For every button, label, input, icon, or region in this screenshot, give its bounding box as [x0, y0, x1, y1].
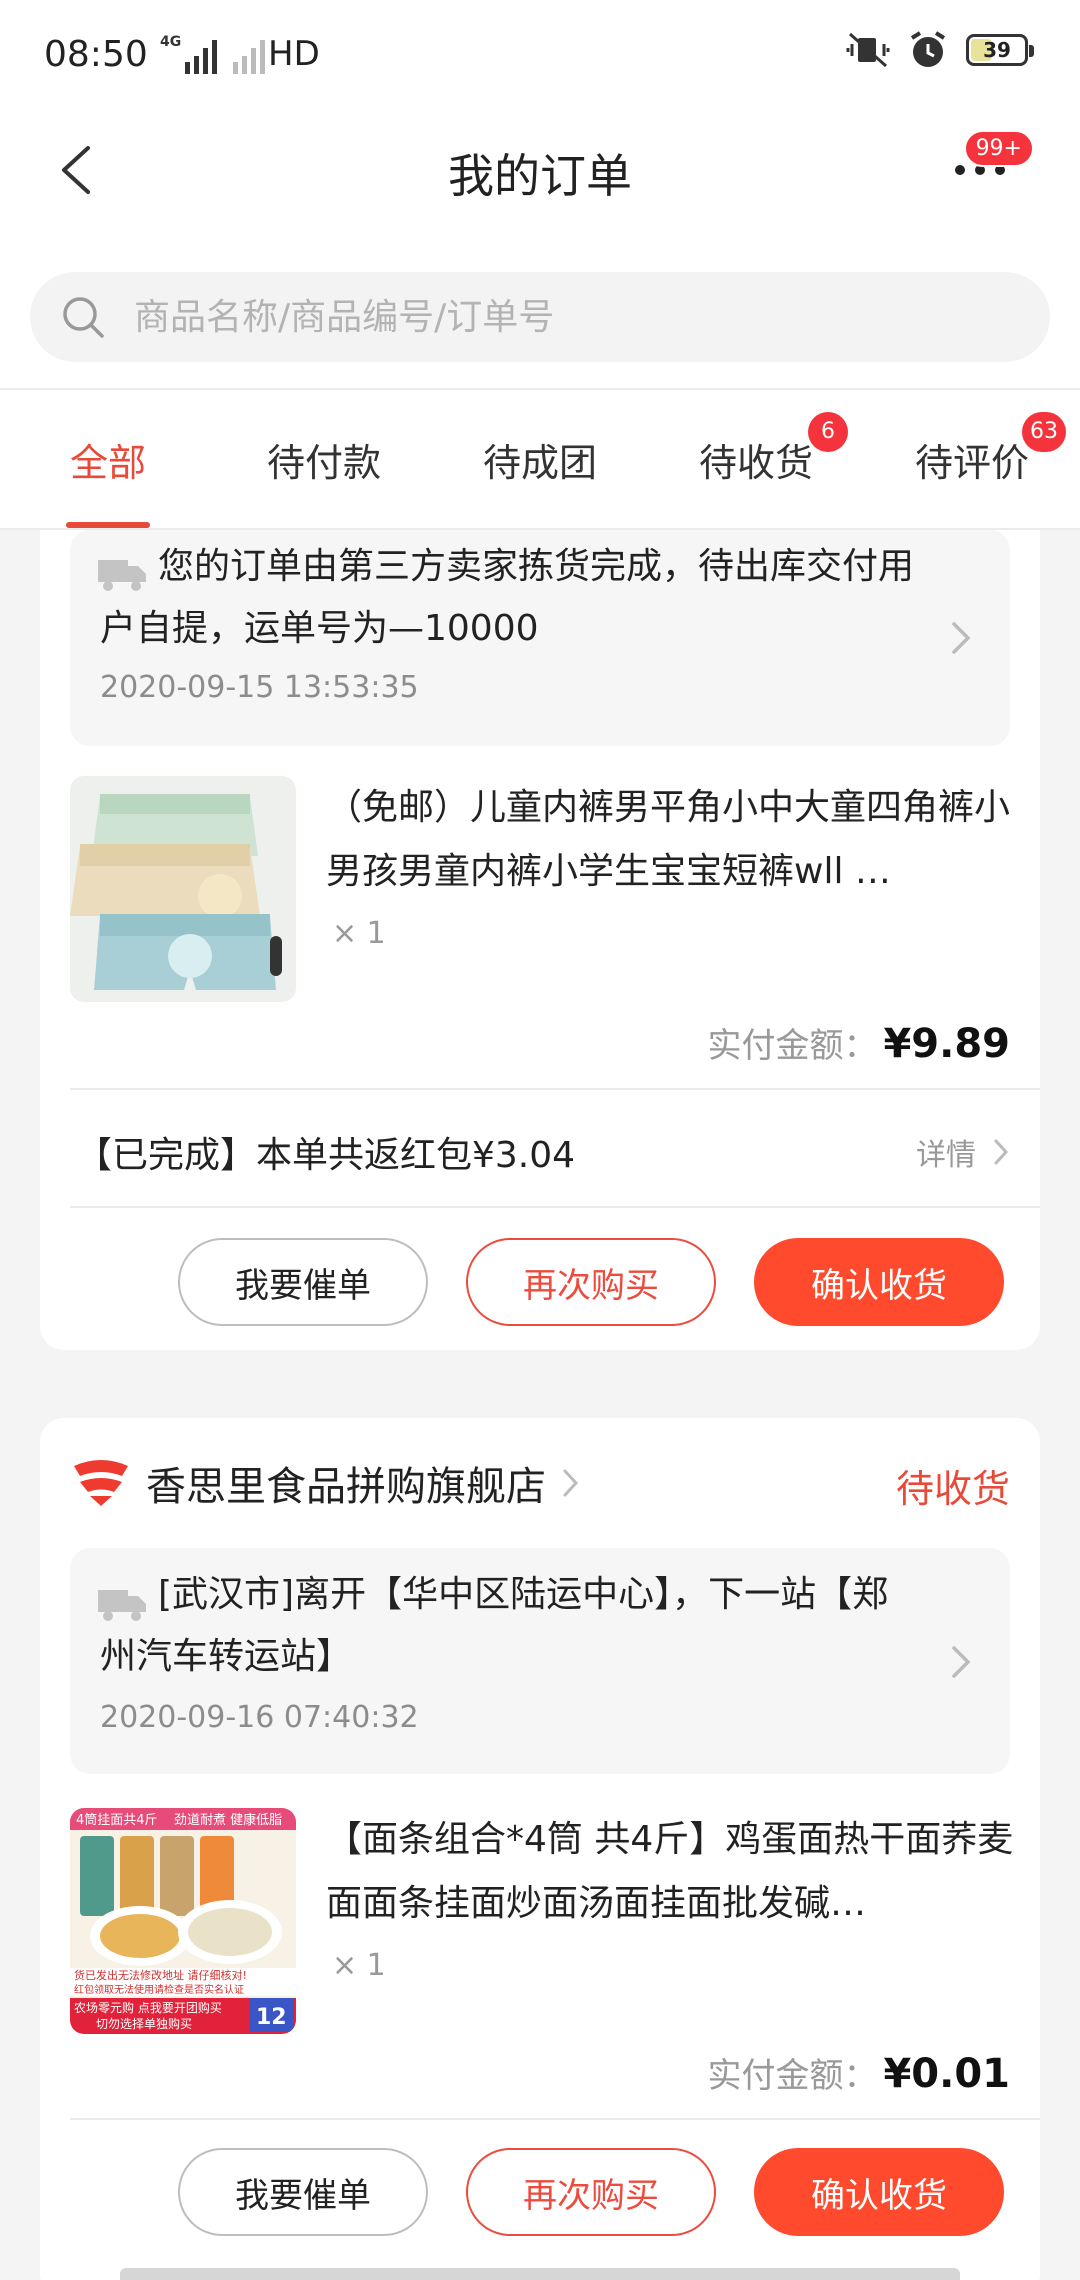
logistics-time: 2020-09-16 07:40:32	[100, 1700, 419, 1735]
redpack-info: 【已完成】本单共返红包¥3.04	[76, 1135, 576, 1176]
network-type-label: 4G	[160, 34, 182, 50]
product-image[interactable]	[70, 776, 296, 1002]
mute-vibrate-icon	[846, 32, 890, 68]
payment-line: 实付金额： ¥9.89	[707, 1018, 1010, 1067]
logistics-text: [武汉市]离开【华中区陆运中心】，下一站【郑州汽车转运站】	[100, 1574, 889, 1677]
shop-name: 香思里食品拼购旗舰店	[146, 1464, 546, 1510]
tab-pending-payment[interactable]: 待付款	[216, 390, 432, 528]
tab-label: 待成团	[482, 440, 597, 485]
alarm-icon	[910, 31, 946, 67]
payment-label: 实付金额：	[707, 2056, 878, 2096]
search-icon	[63, 297, 104, 338]
tab-count-badge: 63	[1022, 412, 1066, 452]
payment-label: 实付金额：	[707, 1026, 878, 1066]
detail-label: 详情	[916, 1138, 976, 1173]
tab-pending-review[interactable]: 待评价 63	[864, 390, 1080, 528]
battery-level: 39	[983, 38, 1011, 62]
header-area: 08:50 4G HD 39 我的订单 99+ 商品名称/商品编号/订单号 全部…	[0, 0, 1080, 530]
noodle-product-image: 4筒挂面共4斤 劲道耐煮 健康低脂 货已发出无法修改地址 请仔细核对! 红包领取…	[70, 1808, 296, 2034]
signal-strength-2-icon	[233, 40, 266, 74]
tab-count-badge: 6	[808, 412, 848, 452]
image-badge-number: 12	[256, 2005, 287, 2030]
image-promo-1: 农场零元购 点我要开团购买	[74, 2000, 222, 2015]
confirm-receipt-button[interactable]: 确认收货	[754, 2148, 1004, 2236]
divider	[70, 2118, 1040, 2120]
logistics-box[interactable]: [武汉市]离开【华中区陆运中心】，下一站【郑州汽车转运站】 2020-09-16…	[70, 1548, 1010, 1774]
shop-logo-icon	[74, 1460, 128, 1506]
signal-icons: 4G	[160, 30, 266, 74]
order-tabs: 全部 待付款 待成团 待收货 6 待评价 63	[0, 388, 1080, 530]
shop-header[interactable]: 香思里食品拼购旗舰店	[70, 1448, 582, 1518]
payment-line: 实付金额： ¥0.01	[707, 2048, 1010, 2097]
order-status: 待收货	[895, 1467, 1010, 1511]
logistics-text: 您的订单由第三方卖家拣货完成，待出库交付用户自提，运单号为—10000	[100, 546, 915, 649]
image-note-1: 货已发出无法修改地址 请仔细核对!	[74, 1968, 247, 1982]
search-input[interactable]	[134, 272, 1014, 362]
underwear-product-image	[70, 776, 296, 1002]
tab-label: 待评价	[914, 440, 1029, 485]
chevron-right-icon	[563, 1469, 579, 1497]
payment-amount: ¥9.89	[883, 1021, 1010, 1067]
more-dot-icon	[955, 165, 965, 175]
divider	[70, 1088, 1040, 1090]
buy-again-button[interactable]: 再次购买	[466, 2148, 716, 2236]
image-top-right-text: 劲道耐煮 健康低脂	[174, 1812, 282, 1828]
message-count-badge: 99+	[963, 130, 1034, 167]
tab-label: 全部	[69, 440, 146, 485]
tab-all[interactable]: 全部	[0, 390, 216, 528]
product-image[interactable]: 4筒挂面共4斤 劲道耐煮 健康低脂 货已发出无法修改地址 请仔细核对! 红包领取…	[70, 1808, 296, 2034]
tab-label: 待收货	[698, 440, 813, 485]
image-promo-2: 切勿选择单独购买	[96, 2016, 192, 2031]
divider	[70, 1206, 1040, 1208]
payment-amount: ¥0.01	[883, 2051, 1010, 2097]
next-card-edge	[120, 2268, 960, 2280]
order-card: 您的订单由第三方卖家拣货完成，待出库交付用户自提，运单号为—10000 2020…	[40, 470, 1040, 1350]
tab-label: 待付款	[266, 440, 381, 485]
nav-bar: 我的订单 99+	[0, 110, 1080, 230]
confirm-receipt-button[interactable]: 确认收货	[754, 1238, 1004, 1326]
tab-pending-receipt[interactable]: 待收货 6	[648, 390, 864, 528]
chevron-right-icon	[994, 1139, 1009, 1165]
image-top-left-text: 4筒挂面共4斤	[76, 1812, 158, 1828]
order-card: 香思里食品拼购旗舰店 待收货 [武汉市]离开【华中区陆运中心】，下一站【郑州汽车…	[40, 1418, 1040, 2280]
chevron-right-icon	[952, 1646, 971, 1678]
page-title: 我的订单	[448, 149, 632, 203]
product-quantity: × 1	[332, 916, 386, 951]
chevron-right-icon	[952, 622, 971, 654]
logistics-time: 2020-09-15 13:53:35	[100, 670, 419, 705]
search-bar[interactable]	[30, 272, 1050, 362]
status-bar: 08:50 4G HD 39	[0, 0, 1080, 110]
signal-strength-icon	[185, 40, 218, 74]
image-note-2: 红包领取无法使用请检查是否实名认证	[74, 1983, 244, 1996]
hd-indicator: HD	[268, 34, 320, 74]
logistics-box[interactable]: 您的订单由第三方卖家拣货完成，待出库交付用户自提，运单号为—10000 2020…	[70, 530, 1010, 746]
product-quantity: × 1	[332, 1948, 386, 1983]
urge-order-button[interactable]: 我要催单	[178, 1238, 428, 1326]
product-title[interactable]: 【面条组合*4筒 共4斤】鸡蛋面热干面荞麦面面条挂面炒面汤面挂面批发碱…	[326, 1808, 1016, 1936]
battery-icon: 39	[966, 34, 1034, 66]
product-title[interactable]: （免邮）儿童内裤男平角小中大童四角裤小男孩男童内裤小学生宝宝短裤wll …	[326, 776, 1016, 904]
tab-pending-group[interactable]: 待成团	[432, 390, 648, 528]
detail-link[interactable]: 详情	[916, 1130, 1010, 1174]
buy-again-button[interactable]: 再次购买	[466, 1238, 716, 1326]
status-right: 39	[846, 30, 1034, 70]
status-time: 08:50	[44, 34, 148, 75]
urge-order-button[interactable]: 我要催单	[178, 2148, 428, 2236]
